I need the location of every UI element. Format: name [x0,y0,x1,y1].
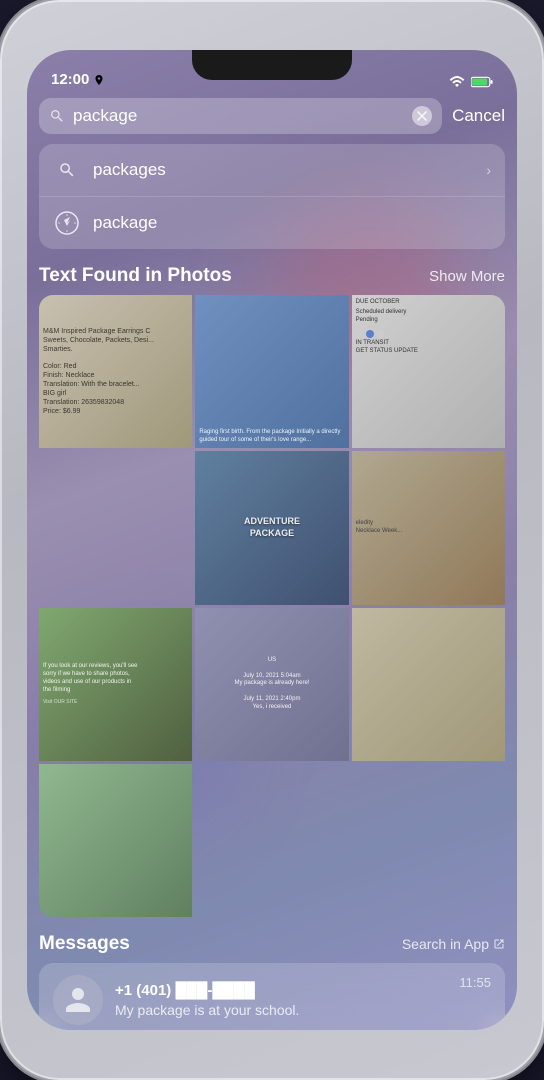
photos-section-header: Text Found in Photos Show More [39,265,505,287]
safari-icon [55,211,79,235]
phone-frame: 12:00 [0,0,544,1080]
battery-icon [471,76,493,88]
photo-cell-7[interactable]: USJuly 10, 2021 5:04amMy package is alre… [195,608,348,761]
avatar [53,975,103,1025]
scroll-content[interactable]: package Cancel p [27,94,517,1030]
search-icon [49,108,65,124]
messages-section-title: Messages [39,933,130,955]
photo-cell-6[interactable]: If you look at our reviews, you'll seeso… [39,608,192,761]
external-link-icon [493,938,505,950]
wifi-icon [449,76,465,88]
photo-cell-1[interactable]: M&M Inspired Package Earrings CSweets, C… [39,295,192,448]
suggestion-package-text: package [93,213,491,233]
messages-section: Messages Search in App [39,933,505,1030]
photo-cell-8[interactable] [352,608,505,761]
cancel-button[interactable]: Cancel [452,106,505,126]
status-time: 12:00 [51,71,105,88]
photos-section: Text Found in Photos Show More M&M Inspi… [39,265,505,917]
search-in-app-link[interactable]: Search in App [402,936,505,952]
message-time: 11:55 [459,975,491,990]
time-display: 12:00 [51,71,89,88]
search-bar[interactable]: package [39,98,442,134]
photo-cell-2[interactable]: Raging first birth. From the package Ini… [195,295,348,448]
suggestion-packages[interactable]: packages › [39,144,505,197]
photo-cell-5[interactable]: eledityNecklace Week... [352,451,505,604]
photos-show-more[interactable]: Show More [429,268,505,285]
clear-button[interactable] [412,106,432,126]
phone-screen: 12:00 [27,50,517,1030]
suggestions-list: packages › package [39,144,505,249]
suggestion-package[interactable]: package [39,197,505,249]
status-icons [449,76,493,88]
suggestion-packages-text: packages [93,160,474,180]
photo-cell-9[interactable] [39,764,192,917]
location-icon [93,74,105,86]
search-suggestion-icon [53,156,81,184]
search-bar-row: package Cancel [39,94,505,134]
person-icon [63,985,93,1015]
notch [192,50,352,80]
clear-icon [417,111,427,121]
photo-cell-4[interactable]: ADVENTUREPACKAGE [195,451,348,604]
safari-suggestion-icon [53,209,81,237]
messages-section-header: Messages Search in App [39,933,505,955]
photo-cell-3[interactable]: DUE OCTOBER Scheduled deliveryPending IN… [352,295,505,448]
photos-section-title: Text Found in Photos [39,265,232,287]
suggestion-arrow: › [486,162,491,178]
photos-grid: M&M Inspired Package Earrings CSweets, C… [39,295,505,917]
search-in-app-label: Search in App [402,936,489,952]
message-preview: My package is at your school. [115,1002,447,1018]
message-sender: +1 (401) ███-████ [115,982,447,999]
message-info: +1 (401) ███-████ My package is at your … [115,982,447,1018]
search-query[interactable]: package [73,106,404,126]
message-card[interactable]: +1 (401) ███-████ My package is at your … [39,963,505,1030]
